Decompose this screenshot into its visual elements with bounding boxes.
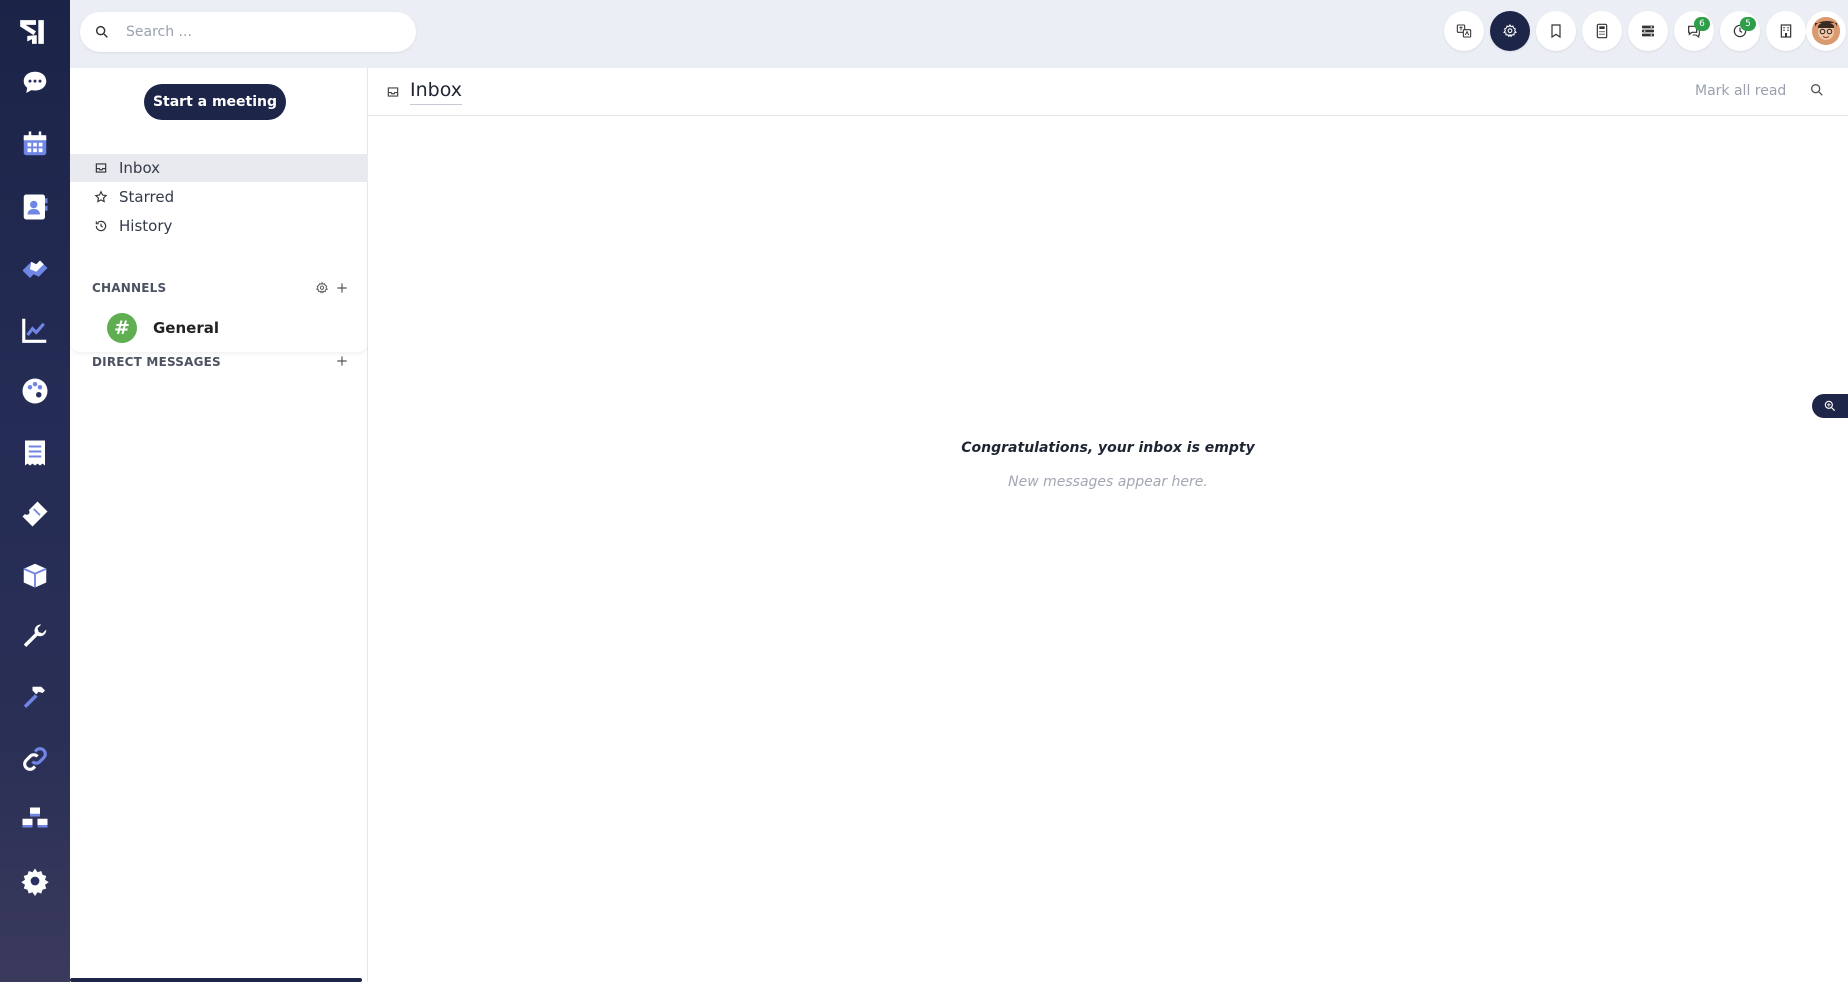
toggle-list-icon — [1642, 25, 1654, 37]
channel-general[interactable]: # General — [70, 304, 368, 352]
translate-icon — [1456, 24, 1472, 38]
settings-button[interactable] — [1490, 11, 1530, 51]
modules-icon[interactable] — [18, 803, 52, 837]
add-channel-icon[interactable] — [334, 280, 350, 296]
palette-icon[interactable] — [18, 374, 52, 408]
settings-gear-icon[interactable] — [18, 864, 52, 898]
discuss-icon[interactable] — [18, 66, 52, 100]
direct-messages-heading: DIRECT MESSAGES — [92, 355, 221, 369]
add-direct-message-icon[interactable] — [334, 353, 350, 369]
switch-layout-button[interactable] — [1628, 11, 1668, 51]
sidebar-item-history[interactable]: History — [70, 212, 368, 240]
history-icon — [95, 220, 107, 232]
sidebar-item-label: Starred — [119, 188, 175, 206]
bookmark-button[interactable] — [1536, 11, 1576, 51]
empty-state-subtitle: New messages appear here. — [1008, 474, 1208, 490]
calendar-icon[interactable] — [18, 127, 52, 161]
odoo-logo[interactable] — [17, 17, 53, 55]
building-icon — [1780, 24, 1792, 38]
mark-all-read-button[interactable]: Mark all read — [1695, 83, 1786, 99]
hash-icon: # — [107, 313, 137, 343]
search-icon — [95, 25, 108, 38]
avatar-face — [1812, 17, 1840, 45]
star-icon — [94, 190, 108, 203]
user-avatar[interactable] — [1806, 11, 1846, 51]
inbox-header: Inbox Mark all read — [368, 68, 1848, 116]
top-bar: 6 5 — [70, 0, 1848, 68]
sidebar-item-label: History — [119, 217, 173, 235]
language-button[interactable] — [1444, 11, 1484, 51]
channel-settings-icon[interactable] — [314, 280, 330, 296]
crm-icon[interactable] — [18, 251, 52, 285]
sales-chart-icon[interactable] — [18, 313, 52, 347]
inbox-icon — [95, 163, 107, 173]
ticket-icon[interactable] — [18, 497, 52, 531]
zoom-in-icon — [1824, 400, 1836, 412]
sidebar-item-starred[interactable]: Starred — [70, 183, 368, 211]
activities-count-badge: 5 — [1740, 17, 1756, 31]
global-search[interactable] — [80, 12, 416, 52]
start-meeting-button[interactable]: Start a meeting — [144, 84, 286, 120]
app-rail — [0, 0, 70, 982]
gear-icon — [1503, 24, 1517, 38]
inbox-panel: Inbox Mark all read Congratulations, you… — [368, 68, 1848, 982]
company-button[interactable] — [1766, 11, 1806, 51]
bookmark-icon — [1551, 24, 1561, 39]
search-input[interactable] — [126, 24, 386, 40]
page-title: Inbox — [410, 79, 462, 105]
sidebar-item-inbox[interactable]: Inbox — [70, 154, 368, 182]
messages-count-badge: 6 — [1694, 17, 1710, 31]
empty-state-title: Congratulations, your inbox is empty — [961, 440, 1255, 456]
channel-name: General — [153, 319, 219, 337]
sidebar-item-label: Inbox — [119, 159, 161, 177]
search-icon[interactable] — [1809, 82, 1825, 98]
zoom-button[interactable] — [1812, 394, 1848, 418]
inventory-box-icon[interactable] — [18, 558, 52, 592]
activities-button[interactable]: 5 — [1720, 11, 1760, 51]
inbox-icon — [387, 87, 399, 97]
discuss-sidebar: Start a meeting Inbox Starred History CH… — [70, 68, 368, 982]
link-icon[interactable] — [18, 742, 52, 776]
calculator-button[interactable] — [1582, 11, 1622, 51]
discuss-messages-button[interactable]: 6 — [1674, 11, 1714, 51]
wrench-icon[interactable] — [18, 620, 52, 654]
channels-heading: CHANNELS — [92, 281, 167, 295]
calculator-icon — [1596, 23, 1608, 39]
invoice-icon[interactable] — [18, 436, 52, 470]
contacts-icon[interactable] — [18, 190, 52, 224]
hammer-icon[interactable] — [18, 681, 52, 715]
sidebar-scrollbar[interactable] — [70, 978, 362, 982]
